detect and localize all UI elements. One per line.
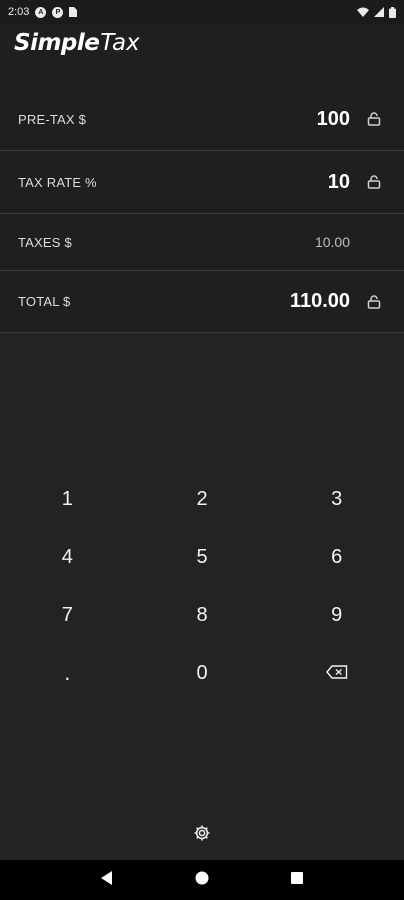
key-backspace[interactable]: [269, 644, 404, 702]
status-bar: 2:03 A P: [0, 0, 404, 24]
logo-light-text: Tax: [100, 30, 140, 56]
key-9[interactable]: 9: [269, 586, 404, 644]
settings-area: [0, 818, 404, 852]
keypad: 1 2 3 4 5 6 7 8 9 . 0: [0, 470, 404, 702]
taxrate-value[interactable]: 10: [328, 171, 350, 194]
system-nav-bar: [0, 860, 404, 900]
nav-recents-button[interactable]: [277, 860, 317, 900]
row-taxrate[interactable]: TAX RATE % 10: [0, 151, 404, 214]
calculator-rows: PRE-TAX $ 100 TAX RATE % 10 TAXES $ 10.0…: [0, 88, 404, 333]
notification-p-icon: P: [52, 6, 64, 18]
app-logo: Simple Tax: [14, 30, 390, 56]
row-taxes: TAXES $ 10.00: [0, 214, 404, 271]
keypad-row: 7 8 9: [0, 586, 404, 644]
nav-home-button[interactable]: [182, 860, 222, 900]
total-label: TOTAL $: [18, 294, 71, 309]
sim-card-icon: [69, 7, 78, 17]
taxrate-label: TAX RATE %: [18, 174, 97, 190]
keypad-row: . 0: [0, 644, 404, 702]
signal-icon: [374, 7, 384, 17]
notification-a-icon: A: [35, 6, 47, 18]
lock-open-icon[interactable]: [362, 175, 386, 189]
wifi-icon: [357, 7, 369, 17]
lock-open-icon[interactable]: [362, 112, 386, 126]
row-pretax[interactable]: PRE-TAX $ 100: [0, 88, 404, 151]
gear-icon[interactable]: [193, 824, 211, 847]
keypad-row: 1 2 3: [0, 470, 404, 528]
taxes-label: TAXES $: [18, 234, 72, 250]
key-1[interactable]: 1: [0, 470, 135, 528]
app-header: Simple Tax: [0, 24, 404, 88]
home-circle-icon: [195, 871, 209, 890]
status-time: 2:03: [8, 6, 30, 18]
taxes-value: 10.00: [314, 234, 350, 250]
pretax-label: PRE-TAX $: [18, 111, 87, 127]
total-value[interactable]: 110.00: [290, 290, 350, 313]
key-7[interactable]: 7: [0, 586, 135, 644]
key-decimal[interactable]: .: [0, 644, 135, 702]
lock-open-icon[interactable]: [362, 294, 386, 309]
logo-bold-text: Simple: [14, 30, 100, 56]
key-2[interactable]: 2: [135, 470, 270, 528]
key-6[interactable]: 6: [269, 528, 404, 586]
key-3[interactable]: 3: [269, 470, 404, 528]
key-0[interactable]: 0: [135, 644, 270, 702]
nav-back-button[interactable]: [87, 860, 127, 900]
pretax-value[interactable]: 100: [317, 108, 350, 131]
key-8[interactable]: 8: [135, 586, 270, 644]
recents-square-icon: [290, 871, 303, 889]
backspace-icon: [325, 662, 348, 685]
keypad-row: 4 5 6: [0, 528, 404, 586]
row-total[interactable]: TOTAL $ 110.00: [0, 271, 404, 333]
battery-icon: [389, 6, 396, 18]
key-4[interactable]: 4: [0, 528, 135, 586]
back-triangle-icon: [101, 870, 113, 890]
key-5[interactable]: 5: [135, 528, 270, 586]
